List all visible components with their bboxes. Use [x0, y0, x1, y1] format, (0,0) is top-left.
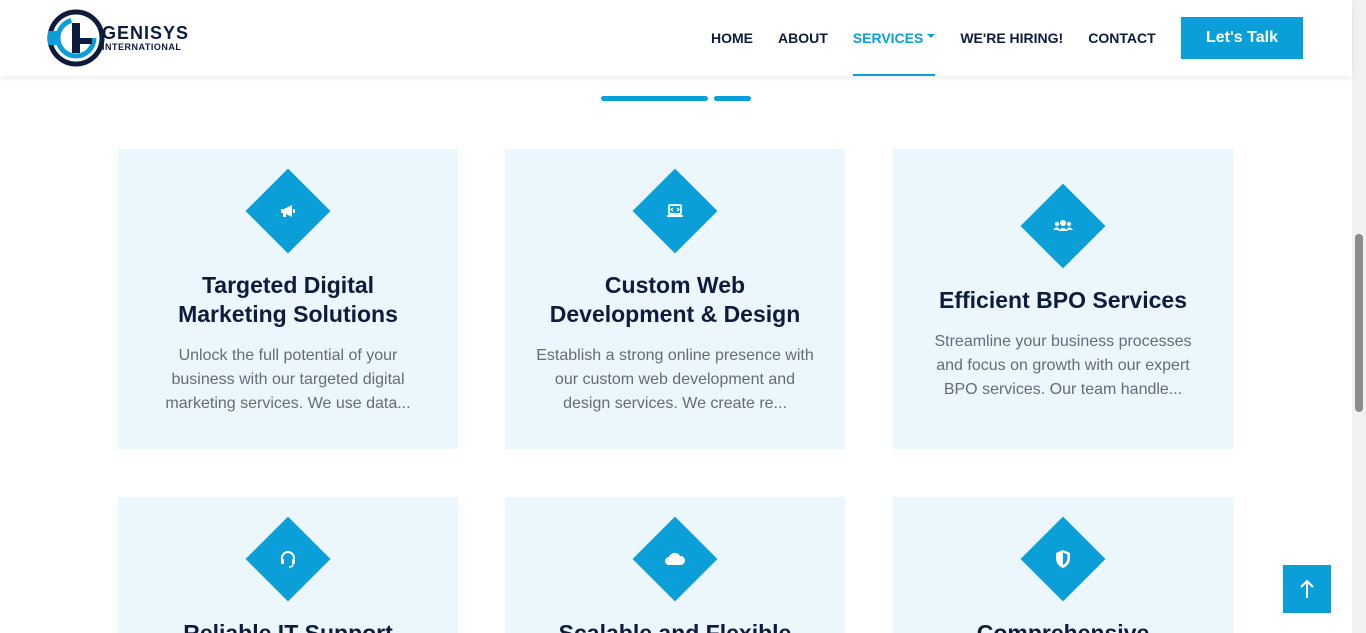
brand-logo[interactable]: GENISYS INTERNATIONAL	[46, 9, 206, 67]
headset-icon	[258, 529, 318, 589]
nav-hiring[interactable]: WE'RE HIRING!	[960, 0, 1063, 76]
service-description: Streamline your business processes and fo…	[933, 330, 1193, 402]
nav-contact[interactable]: CONTACT	[1088, 0, 1155, 76]
desc-line: Streamline your business processes	[934, 333, 1192, 350]
desc-line: marketing services. We use data...	[165, 395, 411, 412]
service-title-line: Custom Web	[604, 272, 746, 298]
service-card-security[interactable]: Comprehensive	[893, 497, 1233, 633]
brand-name: GENISYS	[102, 23, 190, 43]
users-icon	[1033, 196, 1093, 256]
cloud-icon	[645, 529, 705, 589]
desc-line: our custom web development and	[554, 371, 796, 388]
service-title-line: Targeted Digital	[201, 272, 375, 298]
service-card-cloud[interactable]: Scalable and Flexible	[505, 497, 845, 633]
service-description: Establish a strong online presence with o…	[525, 344, 825, 416]
service-title: Reliable IT Support	[138, 619, 438, 633]
logo-mark-icon	[47, 9, 105, 67]
scrollbar[interactable]	[1352, 0, 1366, 633]
nav-home[interactable]: HOME	[711, 0, 753, 76]
service-card-digital-marketing[interactable]: Targeted Digital Marketing Solutions Unlo…	[118, 149, 458, 449]
shield-icon	[1033, 529, 1093, 589]
scrollbar-thumb[interactable]	[1355, 234, 1363, 412]
service-icon-badge	[245, 168, 331, 254]
nav-about-label: ABOUT	[778, 30, 828, 46]
nav-about[interactable]: ABOUT	[778, 0, 828, 76]
service-title-line: Efficient BPO Services	[939, 287, 1187, 313]
arrow-up-icon	[1300, 579, 1314, 598]
service-icon-badge	[1020, 516, 1106, 602]
service-card-bpo[interactable]: Efficient BPO Services Streamline your b…	[893, 149, 1233, 449]
service-icon-badge	[1020, 183, 1106, 269]
laptop-code-icon	[645, 181, 705, 241]
desc-line: Unlock the full potential of your	[178, 347, 398, 364]
main-nav: HOME ABOUT SERVICES WE'RE HIRING! CONTAC…	[700, 0, 1156, 76]
page: GENISYS INTERNATIONAL HOME ABOUT SERVICE…	[0, 0, 1366, 633]
service-title-line: Marketing Solutions	[178, 301, 398, 327]
nav-contact-label: CONTACT	[1088, 30, 1156, 46]
service-title: Scalable and Flexible	[525, 619, 825, 633]
service-title: Targeted Digital Marketing Solutions	[138, 271, 438, 329]
nav-hiring-label: WE'RE HIRING!	[960, 30, 1064, 46]
section-divider-short	[714, 96, 751, 101]
service-icon-badge	[245, 516, 331, 602]
service-title-line: Scalable and Flexible	[558, 620, 792, 633]
lets-talk-button[interactable]: Let's Talk	[1181, 17, 1303, 59]
desc-line: and focus on growth with our expert	[936, 357, 1190, 374]
desc-line: BPO services. Our team handle...	[943, 381, 1183, 398]
service-title-line: Reliable IT Support	[183, 620, 393, 633]
nav-home-label: HOME	[711, 30, 753, 46]
back-to-top-button[interactable]	[1283, 565, 1331, 613]
section-divider-long	[601, 96, 708, 101]
service-title-line: Comprehensive	[976, 620, 1150, 633]
chevron-down-icon	[927, 34, 936, 38]
service-card-it-support[interactable]: Reliable IT Support	[118, 497, 458, 633]
service-title: Custom Web Development & Design	[525, 271, 825, 329]
service-icon-badge	[632, 516, 718, 602]
service-title: Efficient BPO Services	[913, 286, 1213, 315]
desc-line: business with our targeted digital	[171, 371, 405, 388]
service-description: Unlock the full potential of your busines…	[158, 344, 418, 416]
desc-line: design services. We create re...	[563, 395, 787, 412]
megaphone-icon	[258, 181, 318, 241]
brand-subname: INTERNATIONAL	[102, 42, 182, 52]
service-title: Comprehensive	[913, 619, 1213, 633]
service-title-line: Development & Design	[549, 301, 801, 327]
service-card-web-development[interactable]: Custom Web Development & Design Establish…	[505, 149, 845, 449]
service-icon-badge	[632, 168, 718, 254]
nav-services[interactable]: SERVICES	[852, 0, 936, 76]
desc-line: Establish a strong online presence with	[536, 347, 814, 364]
site-header: GENISYS INTERNATIONAL HOME ABOUT SERVICE…	[0, 0, 1352, 76]
nav-services-label: SERVICES	[852, 30, 924, 46]
